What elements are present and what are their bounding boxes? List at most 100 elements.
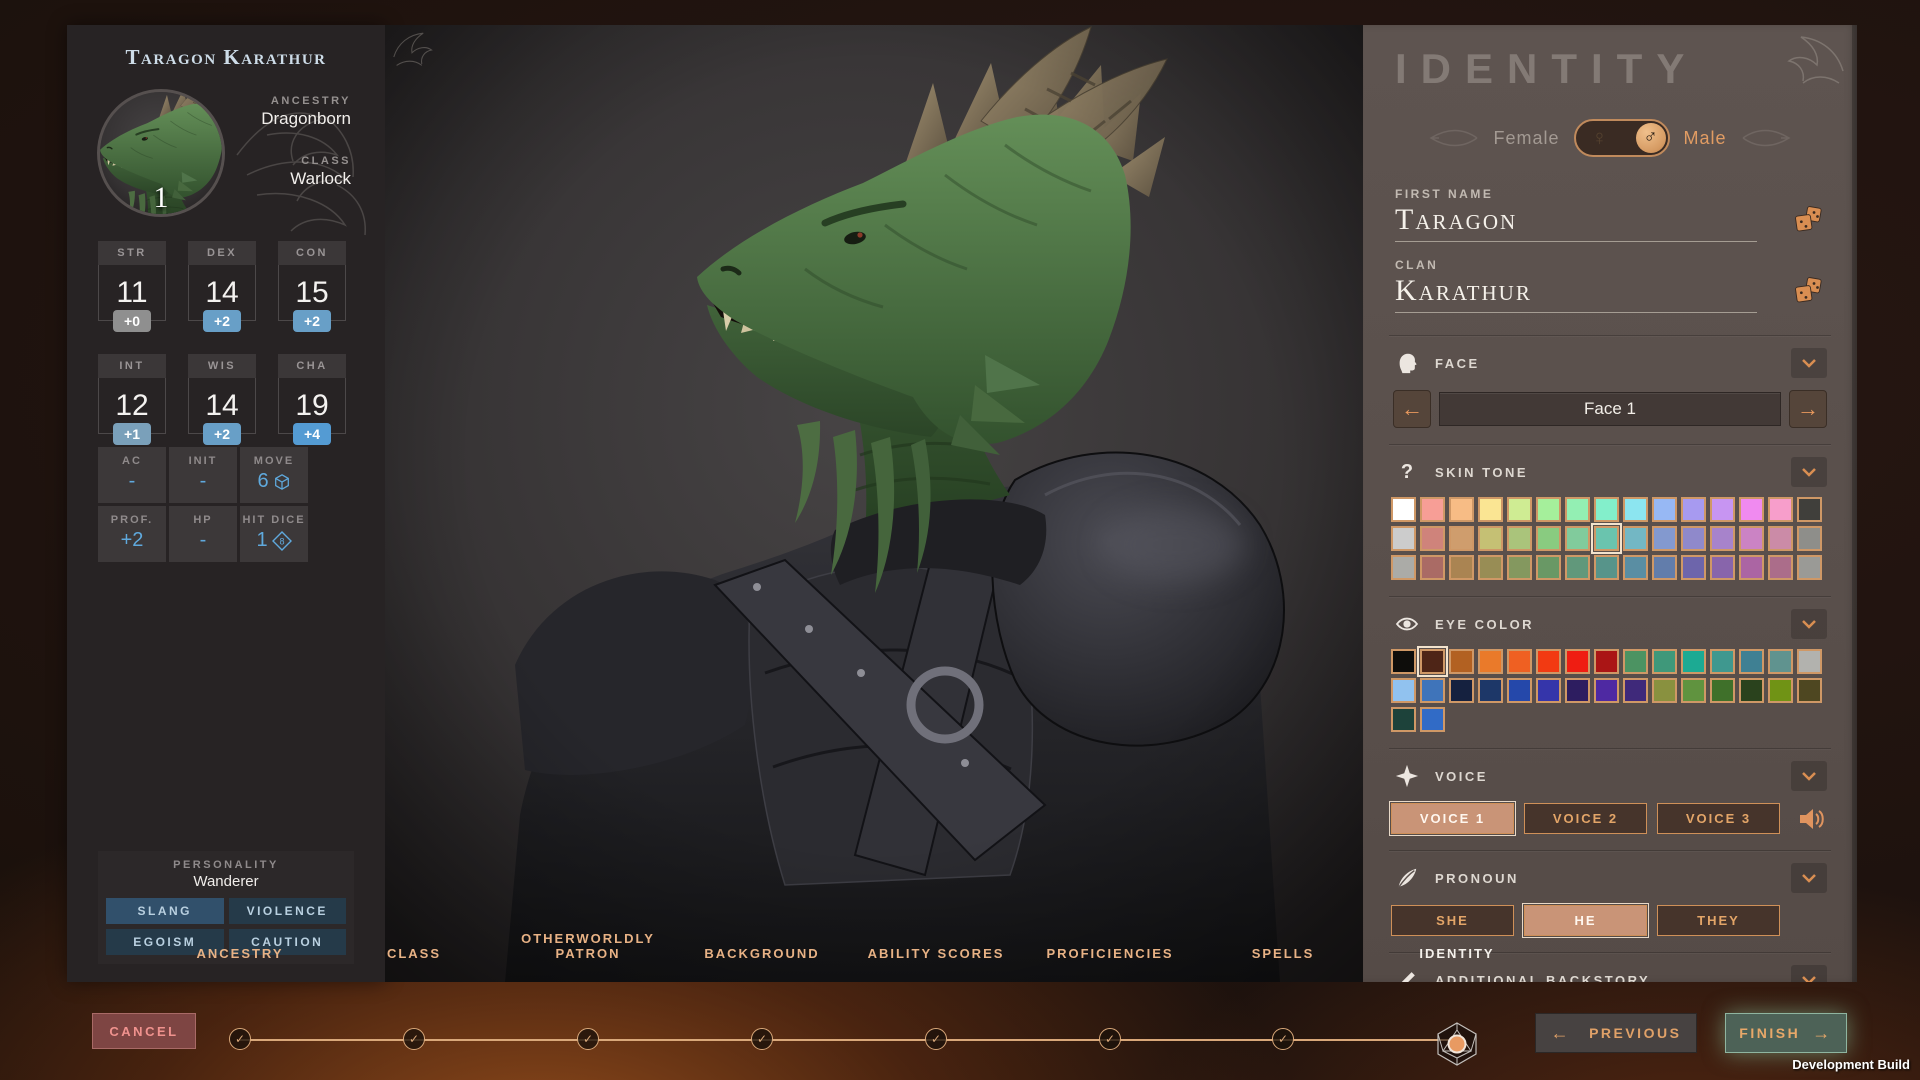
eye-color-swatch[interactable] [1478, 678, 1503, 703]
eye-color-swatch[interactable] [1478, 649, 1503, 674]
pronoun-option-he[interactable]: HE [1524, 905, 1647, 936]
eye-color-swatch[interactable] [1565, 649, 1590, 674]
eye-color-swatch[interactable] [1623, 678, 1648, 703]
eye-color-swatch[interactable] [1391, 707, 1416, 732]
skin-tone-swatch[interactable] [1681, 526, 1706, 551]
skin-tone-swatch[interactable] [1420, 526, 1445, 551]
eye-color-swatch[interactable] [1681, 649, 1706, 674]
eye-color-swatch[interactable] [1507, 678, 1532, 703]
backstory-collapse-button[interactable] [1791, 965, 1827, 982]
eye-color-swatch[interactable] [1391, 649, 1416, 674]
skin-tone-swatch[interactable] [1449, 526, 1474, 551]
skin-tone-swatch[interactable] [1449, 555, 1474, 580]
eye-color-swatch[interactable] [1681, 678, 1706, 703]
skin-tone-swatch[interactable] [1652, 497, 1677, 522]
skin-tone-swatch[interactable] [1623, 526, 1648, 551]
skin-tone-swatch[interactable] [1768, 555, 1793, 580]
skin-tone-swatch[interactable] [1565, 497, 1590, 522]
eye-color-swatch[interactable] [1797, 649, 1822, 674]
eye-color-swatch[interactable] [1652, 678, 1677, 703]
eye-color-swatch[interactable] [1449, 678, 1474, 703]
eye-color-swatch[interactable] [1565, 678, 1590, 703]
skin-tone-swatch[interactable] [1391, 526, 1416, 551]
eye-color-swatch[interactable] [1420, 707, 1445, 732]
skin-tone-swatch[interactable] [1768, 526, 1793, 551]
face-previous-button[interactable]: ← [1393, 390, 1431, 428]
eye-color-swatch[interactable] [1739, 649, 1764, 674]
skin-tone-swatch[interactable] [1652, 526, 1677, 551]
eye-color-swatch[interactable] [1449, 649, 1474, 674]
cancel-button[interactable]: CANCEL [92, 1013, 196, 1049]
gender-female-label[interactable]: Female [1493, 128, 1559, 149]
eye-color-swatch[interactable] [1420, 678, 1445, 703]
voice-option-voice-1[interactable]: VOICE 1 [1391, 803, 1514, 834]
gender-toggle[interactable]: ♀ ♂ [1574, 119, 1670, 157]
skin-tone-swatch[interactable] [1594, 497, 1619, 522]
skin-tone-swatch[interactable] [1565, 526, 1590, 551]
eye-color-swatch[interactable] [1768, 649, 1793, 674]
randomize-clan-dice-icon[interactable] [1795, 277, 1825, 305]
skin-tone-swatch[interactable] [1797, 555, 1822, 580]
eye-color-swatch[interactable] [1536, 678, 1561, 703]
panel-scrollbar[interactable] [1852, 25, 1857, 982]
eye-color-swatch[interactable] [1536, 649, 1561, 674]
skin-tone-swatch[interactable] [1681, 497, 1706, 522]
skin-tone-swatch[interactable] [1594, 555, 1619, 580]
clan-value[interactable]: Karathur [1395, 274, 1825, 308]
face-collapse-button[interactable] [1791, 348, 1827, 378]
randomize-first-name-dice-icon[interactable] [1795, 206, 1825, 234]
skin-tone-swatch[interactable] [1681, 555, 1706, 580]
skin-tone-swatch[interactable] [1478, 555, 1503, 580]
skin-tone-swatch[interactable] [1797, 526, 1822, 551]
skin-tone-swatch[interactable] [1391, 555, 1416, 580]
eye-color-swatch[interactable] [1391, 678, 1416, 703]
eye-color-swatch[interactable] [1710, 678, 1735, 703]
skin-tone-swatch[interactable] [1623, 497, 1648, 522]
skin-tone-swatch[interactable] [1594, 526, 1619, 551]
eye-color-collapse-button[interactable] [1791, 609, 1827, 639]
voice-collapse-button[interactable] [1791, 761, 1827, 791]
skin-tone-swatch[interactable] [1710, 497, 1735, 522]
skin-tone-swatch[interactable] [1797, 497, 1822, 522]
skin-tone-swatch[interactable] [1565, 555, 1590, 580]
character-3d-preview[interactable] [385, 25, 1363, 982]
gender-male-label[interactable]: Male [1684, 128, 1727, 149]
eye-color-swatch[interactable] [1420, 649, 1445, 674]
previous-button[interactable]: ← PREVIOUS [1535, 1013, 1697, 1053]
skin-tone-swatch[interactable] [1536, 526, 1561, 551]
skin-tone-swatch[interactable] [1739, 497, 1764, 522]
eye-color-swatch[interactable] [1594, 649, 1619, 674]
voice-option-voice-3[interactable]: VOICE 3 [1657, 803, 1780, 834]
pronoun-collapse-button[interactable] [1791, 863, 1827, 893]
eye-color-swatch[interactable] [1739, 678, 1764, 703]
skin-tone-swatch[interactable] [1623, 555, 1648, 580]
eye-color-swatch[interactable] [1507, 649, 1532, 674]
voice-option-voice-2[interactable]: VOICE 2 [1524, 803, 1647, 834]
eye-color-swatch[interactable] [1594, 678, 1619, 703]
skin-tone-swatch[interactable] [1507, 555, 1532, 580]
pronoun-option-they[interactable]: THEY [1657, 905, 1780, 936]
skin-tone-collapse-button[interactable] [1791, 457, 1827, 487]
skin-tone-swatch[interactable] [1652, 555, 1677, 580]
play-voice-speaker-icon[interactable] [1798, 808, 1826, 830]
eye-color-swatch[interactable] [1768, 678, 1793, 703]
skin-tone-swatch[interactable] [1507, 526, 1532, 551]
skin-tone-swatch[interactable] [1478, 497, 1503, 522]
skin-tone-swatch[interactable] [1536, 555, 1561, 580]
skin-tone-swatch[interactable] [1768, 497, 1793, 522]
skin-tone-swatch[interactable] [1420, 497, 1445, 522]
skin-tone-swatch[interactable] [1710, 526, 1735, 551]
skin-tone-swatch[interactable] [1710, 555, 1735, 580]
skin-tone-swatch[interactable] [1420, 555, 1445, 580]
eye-color-swatch[interactable] [1652, 649, 1677, 674]
first-name-value[interactable]: Taragon [1395, 203, 1825, 237]
eye-color-swatch[interactable] [1710, 649, 1735, 674]
skin-tone-swatch[interactable] [1739, 526, 1764, 551]
face-next-button[interactable]: → [1789, 390, 1827, 428]
skin-tone-swatch[interactable] [1536, 497, 1561, 522]
finish-button[interactable]: FINISH → [1725, 1013, 1847, 1053]
skin-tone-swatch[interactable] [1739, 555, 1764, 580]
pronoun-option-she[interactable]: SHE [1391, 905, 1514, 936]
eye-color-swatch[interactable] [1623, 649, 1648, 674]
skin-tone-swatch[interactable] [1478, 526, 1503, 551]
